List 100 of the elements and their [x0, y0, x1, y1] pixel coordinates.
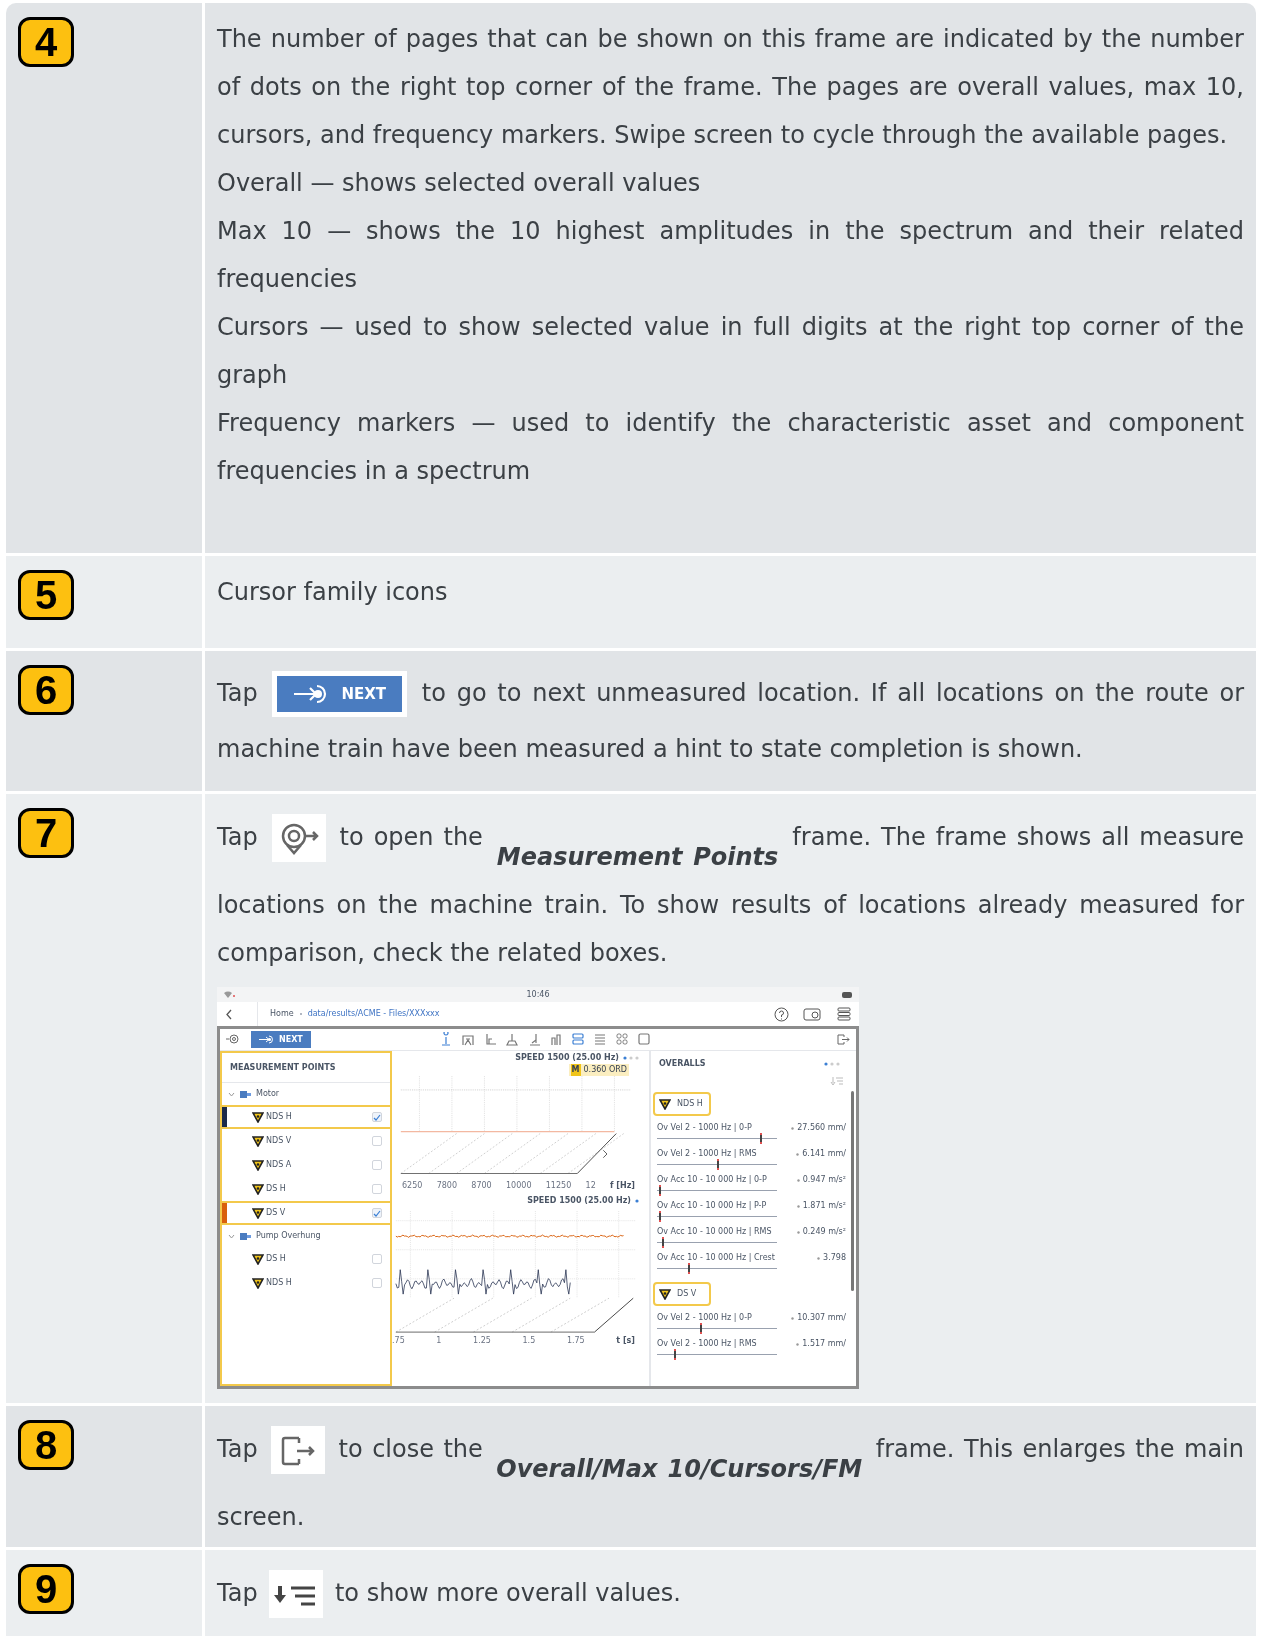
overall-reading: 3.798: [823, 1252, 846, 1264]
layout-icon[interactable]: [614, 1032, 629, 1047]
reading-dot-icon: [796, 1152, 800, 1156]
overall-label: Ov Vel 2 - 1000 Hz | 0-P: [657, 1312, 753, 1324]
panel-title: MEASUREMENT POINTS: [230, 1061, 336, 1074]
reading-dot-icon: [791, 1126, 795, 1130]
back-chevron-icon[interactable]: [225, 1008, 233, 1020]
cursor-tool-icon[interactable]: [548, 1032, 563, 1047]
point-row[interactable]: NDS H: [220, 1105, 392, 1129]
arrow-target-icon: [259, 1035, 275, 1044]
axis-tick-label: 1.25: [473, 1334, 491, 1347]
sensor-triangle-icon: [659, 1098, 671, 1110]
next-button[interactable]: NEXT: [272, 671, 408, 717]
point-chip[interactable]: DS V: [653, 1282, 711, 1306]
sensor-triangle-icon: [659, 1288, 671, 1300]
point-row[interactable]: NDS H: [222, 1271, 390, 1295]
axis-tick-label: 6250: [402, 1179, 423, 1192]
battery-icon: [841, 991, 853, 998]
sensor-triangle-icon: [252, 1277, 264, 1289]
exit-frame-icon[interactable]: [836, 1033, 850, 1046]
reading-dot-icon: [796, 1204, 800, 1208]
reading-dot-icon: [796, 1178, 800, 1182]
next-button[interactable]: NEXT: [251, 1031, 311, 1048]
body-text: Tap NEXT to go to next unmeasured location. If all locations on the route or machine train have been measured a hint to state completion is shown.: [217, 663, 1244, 773]
point-label: DS H: [266, 1253, 287, 1265]
reading-dot-icon: [791, 1316, 795, 1320]
sensor-triangle-icon: [252, 1207, 264, 1219]
overall-label: Ov Acc 10 - 10 000 Hz | RMS: [657, 1226, 773, 1238]
overall-reading: 10.307 mm/: [797, 1312, 846, 1324]
chevron-icon[interactable]: [228, 1233, 235, 1239]
machine-label: Pump Overhung: [256, 1230, 321, 1242]
checkbox[interactable]: [372, 1112, 382, 1122]
page-dots-icon: [635, 1199, 641, 1203]
step-number: 5: [18, 570, 74, 620]
point-row[interactable]: DS H: [222, 1247, 390, 1271]
sensor-triangle-icon: [252, 1183, 264, 1195]
body-text: Frequency markers — used to identify the characteristic asset and component frequencies in a spectrum: [217, 408, 1244, 487]
overall-reading: 27.560 mm/: [797, 1122, 846, 1134]
layout-icon[interactable]: [636, 1032, 651, 1047]
point-label: NDS V: [266, 1135, 293, 1147]
point-label: NDS A: [266, 1159, 293, 1171]
camera-icon[interactable]: [803, 1007, 823, 1021]
machine-icon: [240, 1089, 251, 1099]
clock-time: 10:46: [525, 988, 551, 1001]
axis-tick-label: 10000: [506, 1179, 532, 1192]
step-number: 7: [18, 808, 74, 858]
reading-dot-icon: [796, 1342, 800, 1346]
axis-tick-label: 12: [585, 1179, 596, 1192]
axis-label: t [s]: [616, 1334, 635, 1347]
help-icon[interactable]: [774, 1006, 789, 1022]
cursor-tool-icon[interactable]: [460, 1032, 475, 1047]
overall-reading: 0.249 m/s²: [802, 1226, 846, 1238]
exit-frame-icon: [271, 1426, 326, 1474]
chevron-icon[interactable]: [228, 1091, 235, 1097]
point-row[interactable]: DS V: [220, 1201, 392, 1225]
panel-title: OVERALLS: [659, 1058, 706, 1070]
sensor-triangle-icon: [252, 1111, 264, 1123]
axis-tick-label: 11250: [545, 1179, 572, 1192]
overall-reading: 1.517 mm/: [802, 1338, 846, 1350]
checkbox[interactable]: [372, 1208, 382, 1218]
page-dots-icon: [824, 1062, 842, 1066]
body-text: Cursors — used to show selected value in full digits at the right top corner of the graph: [217, 312, 1244, 391]
point-label: NDS H: [266, 1111, 293, 1123]
overall-label: Ov Vel 2 - 1000 Hz | RMS: [657, 1148, 758, 1160]
marker-badge: M 0.360 ORD: [568, 1064, 629, 1076]
point-label: NDS H: [266, 1277, 293, 1289]
overall-reading: 0.947 m/s²: [802, 1174, 846, 1186]
layout-icon[interactable]: [592, 1032, 607, 1047]
machine-label: Motor: [256, 1088, 280, 1100]
breadcrumb-path[interactable]: data/results/ACME - Files/XXXxxx: [307, 1008, 440, 1020]
sort-down-icon: [269, 1570, 324, 1618]
layout-icon[interactable]: [570, 1032, 585, 1047]
reading-dot-icon: [817, 1256, 821, 1260]
point-row[interactable]: NDS A: [222, 1153, 390, 1177]
step-number: 8: [18, 1420, 74, 1470]
sort-down-icon[interactable]: [830, 1077, 844, 1085]
overall-label: Ov Acc 10 - 10 000 Hz | P-P: [657, 1200, 768, 1212]
step-number: 4: [18, 17, 74, 67]
overall-reading: 6.141 mm/: [802, 1148, 846, 1160]
point-row[interactable]: NDS V: [222, 1129, 390, 1153]
point-label: DS V: [266, 1207, 287, 1219]
body-text: Max 10 — shows the 10 highest amplitudes in the spectrum and their related frequencies: [217, 216, 1244, 295]
axis-tick-label: 8700: [471, 1179, 492, 1192]
page-dots-icon: [623, 1055, 641, 1060]
reading-dot-icon: [796, 1230, 800, 1234]
axis-tick-label: 1.75: [566, 1334, 585, 1347]
point-row[interactable]: DS H: [222, 1177, 390, 1201]
sensor-triangle-icon: [252, 1135, 264, 1147]
step-number: 6: [18, 665, 74, 715]
sensor-triangle-icon: [252, 1159, 264, 1171]
overall-label: Ov Acc 10 - 10 000 Hz | 0-P: [657, 1174, 768, 1186]
point-chip[interactable]: NDS H: [653, 1092, 711, 1116]
body-text: The number of pages that can be shown on this frame are indicated by the number of dots on the right top corner of the frame. The pages are overall values, max 10, cursors, and frequency markers. Swipe screen to cycle through the available pages.: [217, 24, 1244, 151]
scrollbar[interactable]: [851, 1091, 854, 1291]
point-label: DS H: [266, 1183, 287, 1195]
cursor-tool-icon[interactable]: [504, 1032, 519, 1047]
menu-icon[interactable]: [837, 1007, 851, 1021]
axis-label: f [Hz]: [610, 1179, 635, 1192]
chart-title: SPEED 1500 (25.00 Hz): [515, 1051, 619, 1064]
breadcrumb-home[interactable]: Home: [270, 1008, 294, 1020]
